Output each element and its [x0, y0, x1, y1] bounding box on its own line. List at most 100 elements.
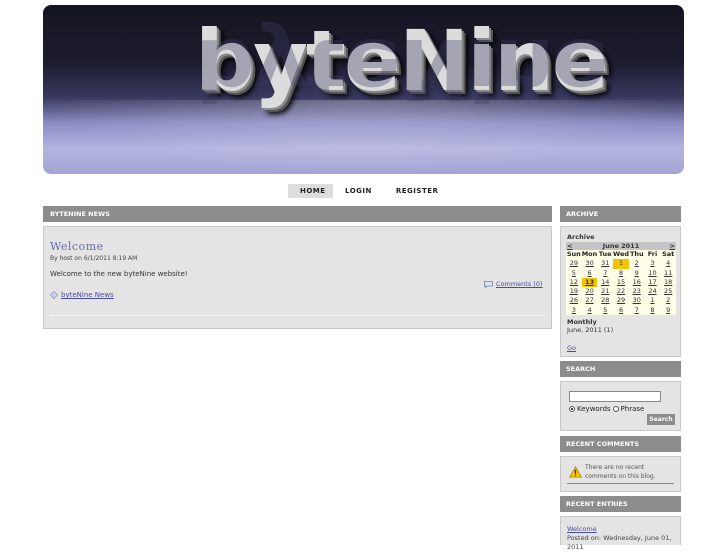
calendar-day[interactable]: 9: [660, 306, 676, 315]
calendar-day-link[interactable]: 6: [619, 306, 623, 314]
calendar-day-link[interactable]: 7: [635, 306, 639, 314]
calendar-day[interactable]: 26: [566, 296, 582, 305]
calendar-day[interactable]: 2: [660, 296, 676, 305]
calendar-day-link[interactable]: 5: [572, 269, 576, 277]
calendar-day[interactable]: 15: [613, 278, 629, 287]
calendar-day-link[interactable]: 29: [570, 259, 578, 267]
recent-entry-link[interactable]: Welcome: [567, 525, 597, 533]
calendar-day-link[interactable]: 29: [617, 296, 625, 304]
calendar-day[interactable]: 29: [613, 296, 629, 305]
calendar-day-link[interactable]: 13: [585, 278, 594, 286]
calendar-day-link[interactable]: 25: [664, 287, 672, 295]
calendar-day[interactable]: 22: [613, 287, 629, 296]
calendar-day-link[interactable]: 4: [588, 306, 592, 314]
search-button[interactable]: Search: [647, 414, 675, 425]
calendar-day[interactable]: 4: [660, 259, 676, 268]
calendar-day-link[interactable]: 26: [570, 296, 578, 304]
calendar-day[interactable]: 8: [645, 306, 661, 315]
calendar-day-link[interactable]: 18: [664, 278, 672, 286]
calendar-day[interactable]: 9: [629, 269, 645, 278]
calendar-day[interactable]: 8: [613, 269, 629, 278]
post-title[interactable]: Welcome: [50, 240, 104, 253]
calendar-day-link[interactable]: 17: [648, 278, 656, 286]
calendar-day[interactable]: 23: [629, 287, 645, 296]
calendar-day-link[interactable]: 31: [601, 259, 609, 267]
calendar-day[interactable]: 1: [645, 296, 661, 305]
calendar-day[interactable]: 7: [629, 306, 645, 315]
phrase-radio[interactable]: [612, 406, 619, 412]
calendar-day[interactable]: 1: [613, 259, 629, 269]
day-name: Sun: [566, 250, 581, 258]
search-input[interactable]: [569, 391, 661, 402]
calendar-day-link[interactable]: 23: [633, 287, 641, 295]
calendar-day[interactable]: 16: [629, 278, 645, 287]
calendar-day-link[interactable]: 15: [617, 278, 625, 286]
calendar-day[interactable]: 28: [597, 296, 613, 305]
calendar-day[interactable]: 2: [629, 259, 645, 268]
calendar-day-link[interactable]: 5: [603, 306, 607, 314]
nav-register[interactable]: REGISTER: [384, 184, 451, 198]
calendar-day[interactable]: 18: [660, 278, 676, 287]
calendar-day[interactable]: 20: [582, 287, 598, 296]
calendar-next[interactable]: >: [670, 242, 675, 250]
calendar-day-link[interactable]: 16: [633, 278, 641, 286]
calendar-day-link[interactable]: 28: [601, 296, 609, 304]
calendar-prev[interactable]: <: [567, 242, 572, 250]
recent-entries-panel: Welcome Posted on: Wednesday, June 01, 2…: [560, 516, 681, 551]
calendar-day[interactable]: 10: [645, 269, 661, 278]
calendar-day-link[interactable]: 11: [664, 269, 672, 277]
calendar-day[interactable]: 3: [566, 306, 582, 315]
calendar-day[interactable]: 17: [645, 278, 661, 287]
calendar-day[interactable]: 30: [629, 296, 645, 305]
calendar-day-link[interactable]: 30: [633, 296, 641, 304]
calendar-day-link[interactable]: 30: [585, 259, 593, 267]
calendar-day[interactable]: 29: [566, 259, 582, 268]
calendar-day-link[interactable]: 9: [666, 306, 670, 314]
calendar-day-link[interactable]: 20: [585, 287, 593, 295]
calendar-day[interactable]: 24: [645, 287, 661, 296]
calendar-day-link[interactable]: 6: [588, 269, 592, 277]
calendar-day[interactable]: 21: [597, 287, 613, 296]
nav-home[interactable]: HOME: [288, 184, 333, 198]
calendar-day-link[interactable]: 19: [570, 287, 578, 295]
calendar-day-link[interactable]: 24: [648, 287, 656, 295]
calendar-day[interactable]: 12: [566, 278, 582, 287]
calendar-day-link[interactable]: 10: [648, 269, 656, 277]
calendar-day-link[interactable]: 4: [666, 259, 670, 267]
calendar-day[interactable]: 11: [660, 269, 676, 278]
calendar-day-link[interactable]: 12: [570, 278, 578, 286]
calendar-day[interactable]: 27: [582, 296, 598, 305]
keywords-radio[interactable]: [569, 406, 575, 412]
calendar-day[interactable]: 25: [660, 287, 676, 296]
calendar-day[interactable]: 30: [582, 259, 598, 268]
calendar-day[interactable]: 6: [582, 269, 598, 278]
calendar-day[interactable]: 14: [597, 278, 613, 287]
calendar-day-link[interactable]: 21: [601, 287, 609, 295]
calendar-day[interactable]: 7: [597, 269, 613, 278]
calendar-day-link[interactable]: 9: [635, 269, 639, 277]
calendar-day[interactable]: 3: [645, 259, 661, 268]
calendar-day-link[interactable]: 8: [650, 306, 654, 314]
calendar-day[interactable]: 5: [597, 306, 613, 315]
calendar-day[interactable]: 19: [566, 287, 582, 296]
calendar-day-link[interactable]: 27: [585, 296, 593, 304]
calendar-day[interactable]: 4: [582, 306, 598, 315]
calendar-day[interactable]: 31: [597, 259, 613, 268]
go-link[interactable]: Go: [567, 344, 576, 352]
calendar-day-link[interactable]: 3: [650, 259, 654, 267]
calendar-day-link[interactable]: 1: [650, 296, 654, 304]
calendar-day-link[interactable]: 2: [666, 296, 670, 304]
calendar-day-link[interactable]: 7: [603, 269, 607, 277]
calendar-day[interactable]: 5: [566, 269, 582, 278]
category-link[interactable]: byteNine News: [61, 291, 114, 299]
calendar-day[interactable]: 13: [581, 277, 598, 288]
calendar-day[interactable]: 6: [613, 306, 629, 315]
calendar-day-link[interactable]: 8: [619, 269, 623, 277]
comments-link[interactable]: Comments (0): [496, 280, 543, 288]
nav-login[interactable]: LOGIN: [333, 184, 384, 198]
calendar-day-link[interactable]: 22: [617, 287, 625, 295]
calendar-month-title: June 2011: [602, 242, 640, 250]
calendar-day-link[interactable]: 2: [635, 259, 639, 267]
calendar-day-link[interactable]: 14: [601, 278, 609, 286]
calendar-day-link[interactable]: 3: [572, 306, 576, 314]
